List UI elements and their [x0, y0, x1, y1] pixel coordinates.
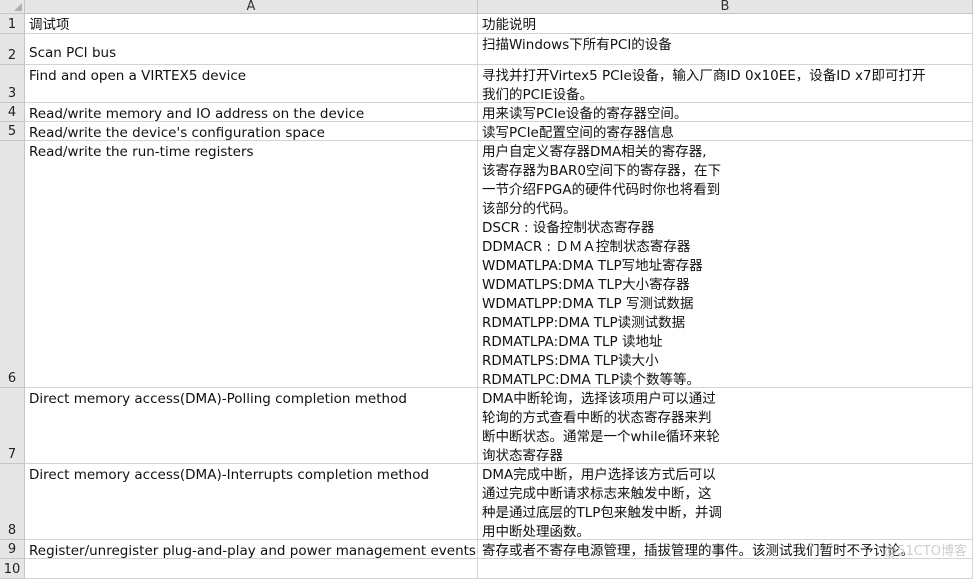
- cell-a9[interactable]: Register/unregister plug-and-play and po…: [25, 540, 478, 559]
- cell-b7-line: DMA中断轮询，选择该项用户可以通过: [482, 391, 716, 407]
- cell-b8-line: 用中断处理函数。: [482, 524, 590, 540]
- cell-b5[interactable]: 读写PCIe配置空间的寄存器信息: [478, 122, 973, 141]
- cell-a8[interactable]: Direct memory access(DMA)-Interrupts com…: [25, 464, 478, 540]
- cell-b8-lines: DMA完成中断，用户选择该方式后可以 通过完成中断请求标志来触发中断，这 种是通过底…: [482, 466, 972, 540]
- cell-b5-line: 读写PCIe配置空间的寄存器信息: [482, 125, 674, 141]
- cell-a4-text: Read/write memory and IO address on the …: [29, 106, 365, 122]
- cell-b1-line: 功能说明: [482, 17, 536, 33]
- cell-b8-line: DMA完成中断，用户选择该方式后可以: [482, 467, 716, 483]
- cell-b3[interactable]: 寻找并打开Virtex5 PCIe设备，输入厂商ID 0x10EE，设备ID x…: [478, 65, 973, 103]
- cell-a6-text: Read/write the run-time registers: [29, 144, 254, 160]
- cell-b7-lines: DMA中断轮询，选择该项用户可以通过 轮询的方式查看中断的状态寄存器来判 断中断状态…: [482, 390, 972, 464]
- cell-b7-line: 询状态寄存器: [482, 448, 563, 464]
- cell-b2-lines: 扫描Windows下所有PCI的设备: [482, 36, 972, 55]
- cell-b3-line: 寻找并打开Virtex5 PCIe设备，输入厂商ID 0x10EE，设备ID x…: [482, 68, 926, 84]
- cell-b6-lines: 用户自定义寄存器DMA相关的寄存器, 该寄存器为BAR0空间下的寄存器，在下 一节介…: [482, 143, 972, 388]
- cell-b6-line: 用户自定义寄存器DMA相关的寄存器,: [482, 144, 707, 160]
- cell-b6-line: 该部分的代码。: [482, 201, 577, 217]
- row-header-6[interactable]: 6: [0, 141, 25, 388]
- column-header-a[interactable]: A: [25, 0, 478, 14]
- cell-a2[interactable]: Scan PCI bus: [25, 34, 478, 65]
- row-header-8[interactable]: 8: [0, 464, 25, 540]
- cell-b7-line: 断中断状态。通常是一个while循环来轮: [482, 429, 720, 445]
- cell-b2-line: 扫描Windows下所有PCI的设备: [482, 37, 672, 53]
- cell-a7[interactable]: Direct memory access(DMA)-Polling comple…: [25, 388, 478, 464]
- cell-a7-text: Direct memory access(DMA)-Polling comple…: [29, 391, 407, 407]
- select-all-triangle-icon: [14, 3, 22, 11]
- row-header-5[interactable]: 5: [0, 122, 25, 141]
- cell-b3-lines: 寻找并打开Virtex5 PCIe设备，输入厂商ID 0x10EE，设备ID x…: [482, 67, 972, 103]
- cell-b8-line: 种是通过底层的TLP包来触发中断，并调: [482, 505, 722, 521]
- cell-b6-line: WDMATLPA:DMA TLP写地址寄存器: [482, 258, 703, 274]
- cell-b1-lines: 功能说明: [482, 16, 972, 33]
- row-header-9[interactable]: 9: [0, 540, 25, 559]
- cell-a6[interactable]: Read/write the run-time registers: [25, 141, 478, 388]
- cell-b2[interactable]: 扫描Windows下所有PCI的设备: [478, 34, 973, 65]
- cell-b7-line: 轮询的方式查看中断的状态寄存器来判: [482, 410, 712, 426]
- cell-b7[interactable]: DMA中断轮询，选择该项用户可以通过 轮询的方式查看中断的状态寄存器来判 断中断状态…: [478, 388, 973, 464]
- cell-b6-line: RDMATLPS:DMA TLP读大小: [482, 353, 659, 369]
- select-all-corner[interactable]: [0, 0, 25, 14]
- cell-b6-line: 该寄存器为BAR0空间下的寄存器，在下: [482, 163, 721, 179]
- cell-a5[interactable]: Read/write the device's configuration sp…: [25, 122, 478, 141]
- row-header-7[interactable]: 7: [0, 388, 25, 464]
- cell-a3[interactable]: Find and open a VIRTEX5 device: [25, 65, 478, 103]
- cell-a2-text: Scan PCI bus: [29, 45, 117, 61]
- cell-b4-line: 用来读写PCIe设备的寄存器空间。: [482, 106, 688, 122]
- cell-b10[interactable]: [478, 559, 973, 579]
- cell-a4[interactable]: Read/write memory and IO address on the …: [25, 103, 478, 122]
- watermark: @51CTO博客: [884, 544, 967, 559]
- cell-a8-text: Direct memory access(DMA)-Interrupts com…: [29, 467, 430, 483]
- cell-b3-line: 我们的PCIE设备。: [482, 87, 594, 103]
- cell-b6-line: RDMATLPA:DMA TLP 读地址: [482, 334, 663, 350]
- column-header-b[interactable]: B: [478, 0, 973, 14]
- cell-b6-line: WDMATLPS:DMA TLP大小寄存器: [482, 277, 690, 293]
- cell-a5-text: Read/write the device's configuration sp…: [29, 125, 325, 141]
- cell-b8-line: 通过完成中断请求标志来触发中断，这: [482, 486, 712, 502]
- cell-b6-line: DDMACR : ＤＭＡ控制状态寄存器: [482, 239, 691, 255]
- cell-b6-line: WDMATLPP:DMA TLP 写测试数据: [482, 296, 694, 312]
- cell-b8[interactable]: DMA完成中断，用户选择该方式后可以 通过完成中断请求标志来触发中断，这 种是通过底…: [478, 464, 973, 540]
- cell-b4-lines: 用来读写PCIe设备的寄存器空间。: [482, 105, 972, 122]
- cell-a1[interactable]: 调试项: [25, 14, 478, 34]
- cell-a1-text: 调试项: [29, 17, 70, 33]
- cell-a9-text: Register/unregister plug-and-play and po…: [29, 543, 476, 559]
- row-header-4[interactable]: 4: [0, 103, 25, 122]
- row-header-1[interactable]: 1: [0, 14, 25, 34]
- cell-b6-line: RDMATLPC:DMA TLP读个数等等。: [482, 372, 700, 388]
- row-header-10[interactable]: 10: [0, 559, 25, 579]
- cell-b6[interactable]: 用户自定义寄存器DMA相关的寄存器, 该寄存器为BAR0空间下的寄存器，在下 一节介…: [478, 141, 973, 388]
- cell-b6-line: 一节介绍FPGA的硬件代码时你也将看到: [482, 182, 721, 198]
- cell-b4[interactable]: 用来读写PCIe设备的寄存器空间。: [478, 103, 973, 122]
- cell-b5-lines: 读写PCIe配置空间的寄存器信息: [482, 124, 972, 141]
- cell-b1[interactable]: 功能说明: [478, 14, 973, 34]
- cell-a10[interactable]: [25, 559, 478, 579]
- row-header-2[interactable]: 2: [0, 34, 25, 65]
- cell-b6-line: RDMATLPP:DMA TLP读测试数据: [482, 315, 686, 331]
- cell-b6-line: DSCR : 设备控制状态寄存器: [482, 220, 655, 236]
- row-header-3[interactable]: 3: [0, 65, 25, 103]
- cell-a3-text: Find and open a VIRTEX5 device: [29, 68, 247, 84]
